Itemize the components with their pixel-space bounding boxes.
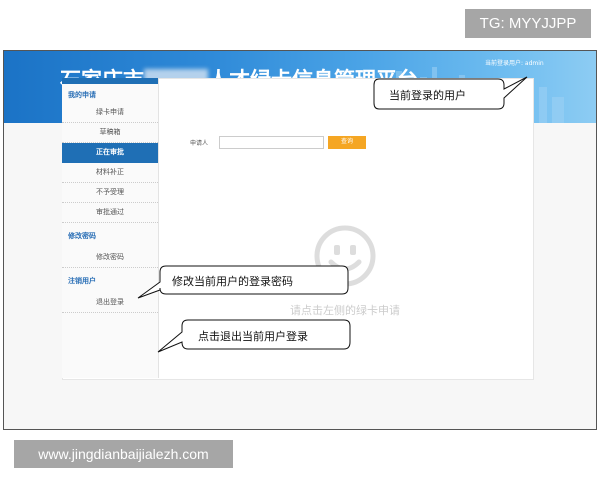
callout-logout: 点击退出当前用户登录 [156,318,352,356]
watermark-bottom: www.jingdianbaijialezh.com [14,440,233,468]
empty-state-message: 请点击左侧的绿卡申请 [290,304,400,317]
sidebar-item-drafts[interactable]: 草稿箱 [62,123,158,143]
watermark-top: TG: MYYJJPP [465,9,591,38]
callout-current-user-text: 当前登录的用户 [389,89,466,102]
sidebar-item-under-review[interactable]: 正在审批 [62,143,158,163]
sidebar-item-green-card-apply[interactable]: 绿卡申请 [62,103,158,123]
sidebar: 我的申请 绿卡申请 草稿箱 正在审批 材料补正 不予受理 审批通过 修改密码 修… [62,78,159,378]
current-user-status: 当前登录用户: admin [485,60,544,67]
sidebar-item-approved[interactable]: 审批通过 [62,203,158,223]
applicant-label: 申请人 [190,140,209,147]
sidebar-group-password: 修改密码 [68,232,96,240]
search-button[interactable]: 查询 [328,136,366,149]
callout-change-password-text: 修改当前用户的登录密码 [172,275,293,288]
callout-change-password: 修改当前用户的登录密码 [136,264,351,300]
sidebar-item-material-supplement[interactable]: 材料补正 [62,163,158,183]
sidebar-group-my-applications: 我的申请 [68,91,96,99]
applicant-input[interactable] [219,136,324,149]
sidebar-item-rejected[interactable]: 不予受理 [62,183,158,203]
callout-logout-text: 点击退出当前用户登录 [198,330,308,343]
callout-current-user: 当前登录的用户 [373,74,533,114]
